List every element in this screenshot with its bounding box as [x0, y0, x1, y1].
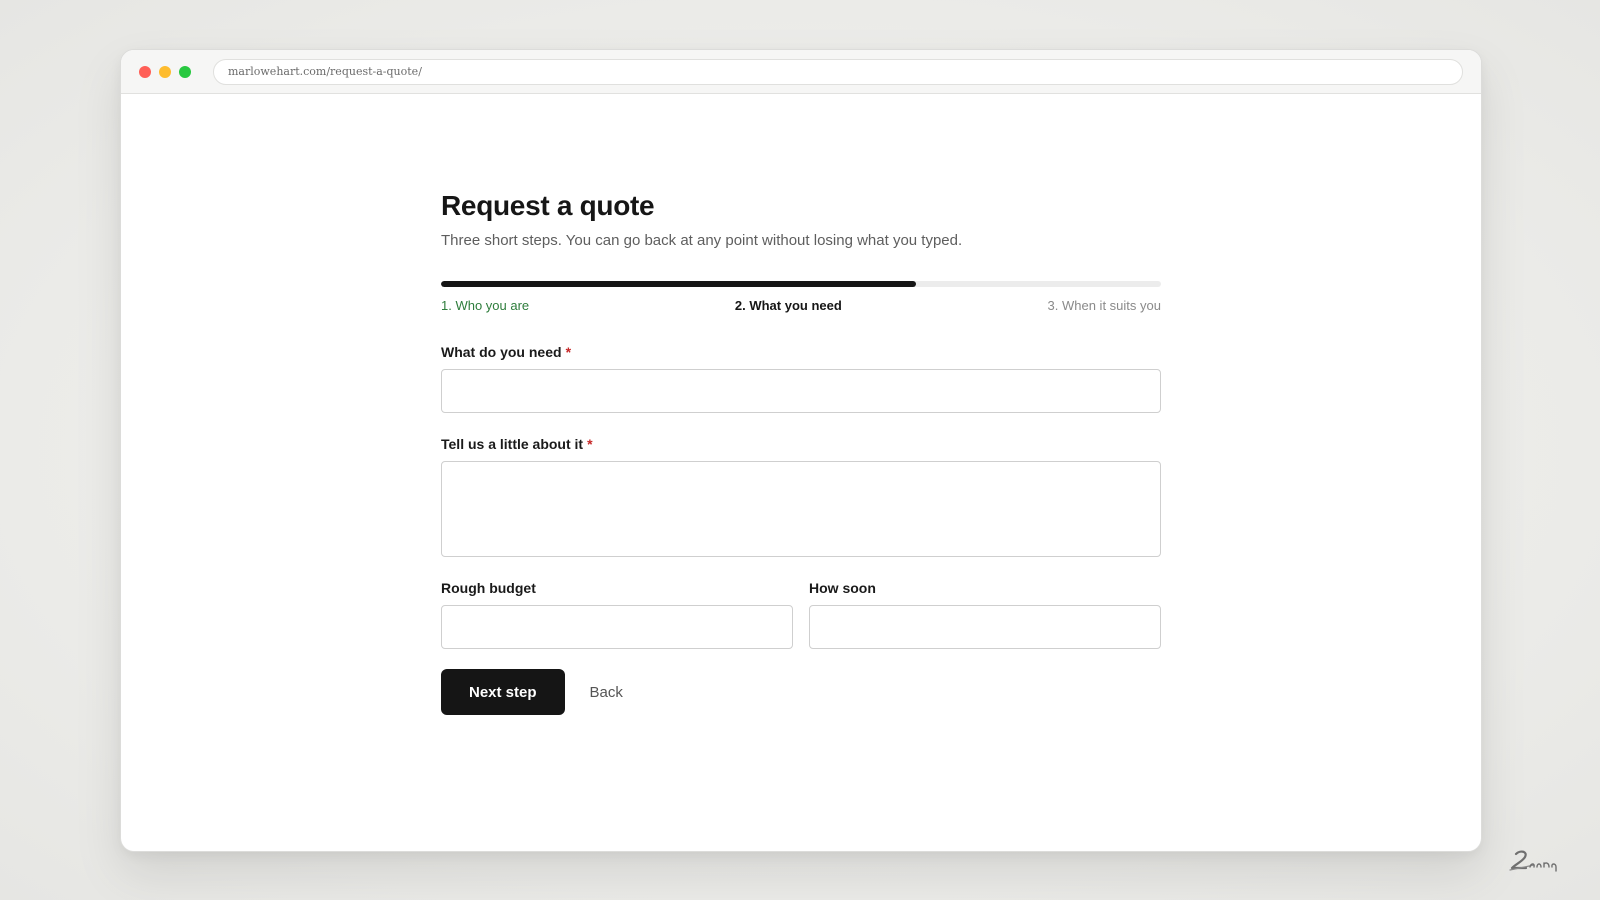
how-soon-label: How soon — [809, 580, 876, 596]
quote-form: Request a quote Three short steps. You c… — [441, 142, 1161, 715]
close-window-button[interactable] — [139, 65, 151, 78]
need-required-marker: * — [565, 344, 572, 360]
about-required-marker: * — [587, 436, 593, 452]
back-button[interactable]: Back — [590, 684, 623, 701]
desktop-background: marlowehart.com/request-a-quote/ Request… — [0, 0, 1600, 900]
how-soon-input[interactable] — [809, 605, 1161, 649]
brand-logo-icon — [1509, 850, 1557, 872]
need-label: What do you need * — [441, 343, 1161, 361]
about-textarea[interactable] — [441, 461, 1161, 557]
address-bar-url: marlowehart.com/request-a-quote/ — [228, 65, 422, 78]
step-what-you-need: 2. What you need — [734, 298, 842, 313]
about-label-text: Tell us a little about it — [441, 436, 584, 452]
window-controls — [139, 65, 191, 78]
progress-bar-fill — [441, 281, 917, 287]
need-field-group: What do you need * — [441, 343, 1161, 413]
step-who-you-are: 1. Who you are — [441, 298, 530, 313]
need-input[interactable] — [441, 369, 1161, 413]
page-title: Request a quote — [441, 190, 655, 221]
browser-window: marlowehart.com/request-a-quote/ Request… — [120, 49, 1482, 852]
about-field-group: Tell us a little about it * — [441, 435, 1161, 557]
browser-toolbar: marlowehart.com/request-a-quote/ — [121, 50, 1481, 94]
about-label: Tell us a little about it * — [441, 435, 1161, 453]
maximize-window-button[interactable] — [179, 65, 191, 78]
budget-field-group: Rough budget — [441, 579, 793, 649]
budget-label: Rough budget — [441, 580, 536, 596]
budget-timing-row: Rough budget How soon — [441, 579, 1161, 649]
step-when-it-suits-you: 3. When it suits you — [1047, 298, 1161, 313]
how-soon-field-group: How soon — [809, 579, 1161, 649]
progress-bar — [441, 281, 1161, 287]
budget-input[interactable] — [441, 605, 793, 649]
address-bar[interactable]: marlowehart.com/request-a-quote/ — [213, 58, 1463, 85]
page-subtitle: Three short steps. You can go back at an… — [441, 232, 963, 249]
need-label-text: What do you need — [441, 344, 562, 360]
minimize-window-button[interactable] — [159, 65, 171, 78]
form-actions: Next step Back — [441, 669, 1161, 715]
step-indicator: 1. Who you are 2. What you need 3. When … — [441, 297, 1161, 315]
next-step-button[interactable]: Next step — [441, 669, 565, 715]
